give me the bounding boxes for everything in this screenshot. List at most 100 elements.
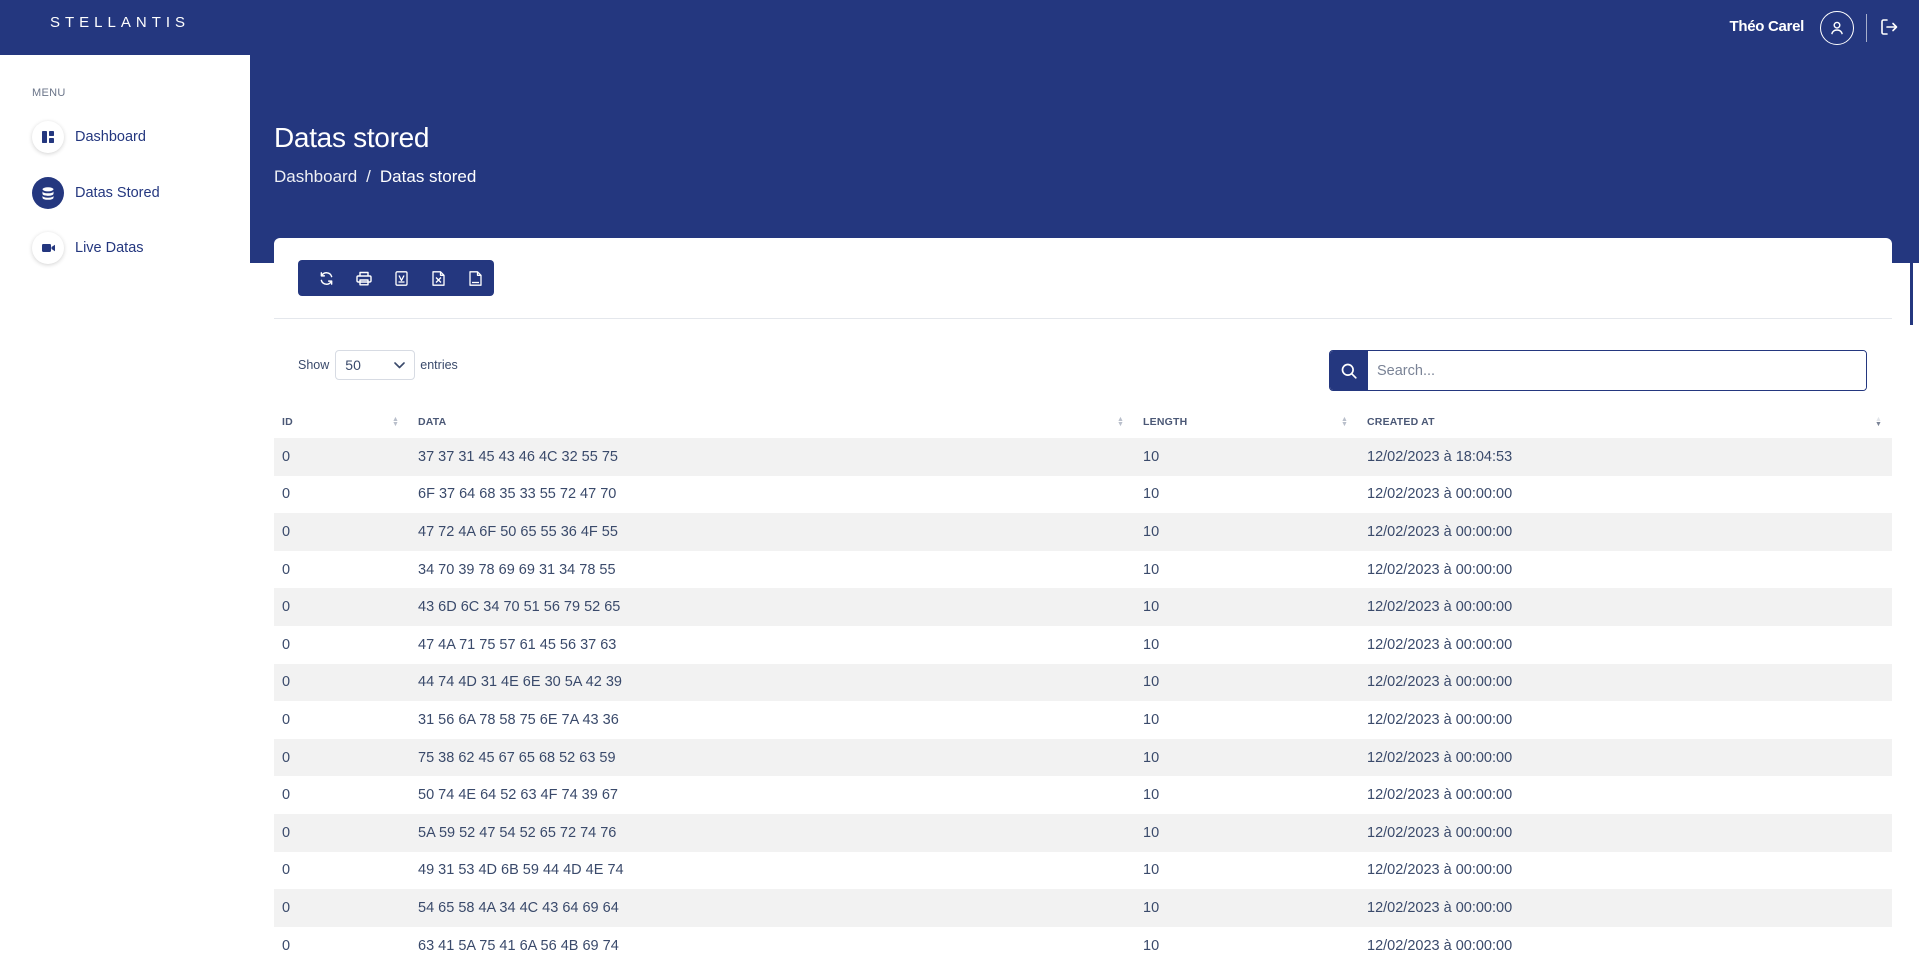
cell-created-at: 12/02/2023 à 00:00:00 [1367,523,1513,540]
export-pdf-button[interactable] [382,260,419,296]
cell-id: 0 [282,824,291,841]
sort-icon[interactable]: ▲ ▼ [1341,416,1348,428]
column-header-label: ID [282,416,293,428]
table-row[interactable]: 0 44 74 4D 31 4E 6E 30 5A 42 39 10 12/02/20… [274,663,1892,702]
table-row[interactable]: 0 50 74 4E 64 52 63 4F 74 39 67 10 12/02/20… [274,776,1892,814]
print-button[interactable] [345,260,382,296]
cell-length: 10 [1143,674,1160,691]
table-row[interactable]: 0 37 37 31 45 43 46 4C 32 55 75 10 12/02/20… [274,438,1892,476]
cell-data: 50 74 4E 64 52 63 4F 74 39 67 [418,787,618,804]
search-input[interactable] [1368,351,1866,390]
cell-data: 49 31 53 4D 6B 59 44 4D 4E 74 [418,862,624,879]
table-row[interactable]: 0 47 72 4A 6F 50 65 55 36 4F 55 10 12/02/20… [274,513,1892,551]
cell-length: 10 [1143,899,1160,916]
entries-select[interactable]: 50 [335,350,416,380]
sidebar-item-label: Dashboard [75,129,146,145]
cell-length: 10 [1143,937,1160,954]
video-icon [32,232,64,264]
cell-created-at: 12/02/2023 à 00:00:00 [1367,711,1513,728]
table-body: 0 37 37 31 45 43 46 4C 32 55 75 10 12/02/20… [274,438,1892,958]
cell-id: 0 [282,862,291,879]
chevron-down-icon [394,361,406,368]
cell-data: 43 6D 6C 34 70 51 56 79 52 65 [418,599,621,616]
cell-created-at: 12/02/2023 à 00:00:00 [1367,486,1513,503]
sort-icon[interactable]: ▲ ▼ [392,416,399,428]
print-icon [356,271,372,286]
breadcrumb-current: Datas stored [379,167,477,186]
table-row[interactable]: 0 75 38 62 45 67 65 68 52 63 59 10 12/02/20… [274,738,1892,777]
stellantis-logo[interactable]: STELLANTIS [50,14,190,31]
cell-id: 0 [282,599,291,616]
search-box [1329,350,1867,391]
table-row[interactable]: 0 5A 59 52 47 54 52 65 72 74 76 10 12/02/20… [274,813,1892,852]
search-button[interactable] [1330,351,1368,390]
breadcrumb: Dashboard / Datas stored [274,167,476,187]
cell-data: 75 38 62 45 67 65 68 52 63 59 [418,749,616,766]
table-row[interactable]: 0 6F 37 64 68 35 33 55 72 47 70 10 12/02/20… [274,476,1892,514]
search-icon [1341,363,1357,379]
cell-data: 37 37 31 45 43 46 4C 32 55 75 [418,448,618,465]
logout-icon [1881,19,1898,35]
cell-data: 6F 37 64 68 35 33 55 72 47 70 [418,486,617,503]
cell-data: 47 4A 71 75 57 61 45 56 37 63 [418,636,617,653]
menu-title: MENU [32,87,66,99]
page-scrollbar[interactable] [1913,263,1919,958]
csv-icon [469,270,482,286]
table-row[interactable]: 0 54 65 58 4A 34 4C 43 64 69 64 10 12/02/20… [274,889,1892,927]
cell-created-at: 12/02/2023 à 00:00:00 [1367,561,1513,578]
user-name: Théo Carel [1729,18,1804,35]
cell-id: 0 [282,787,291,804]
cell-created-at: 12/02/2023 à 00:00:00 [1367,824,1513,841]
column-header-created-at[interactable]: CREATED AT [1367,406,1435,438]
table-row[interactable]: 0 49 31 53 4D 6B 59 44 4D 4E 74 10 12/02/20… [274,852,1892,890]
cell-id: 0 [282,899,291,916]
sidebar-item-datas-stored[interactable]: Datas Stored [32,176,160,210]
cell-created-at: 12/02/2023 à 00:00:00 [1367,862,1513,879]
cell-length: 10 [1143,787,1160,804]
cell-id: 0 [282,523,291,540]
database-icon [32,177,64,209]
sidebar-item-live-datas[interactable]: Live Datas [32,231,144,265]
cell-id: 0 [282,937,291,954]
cell-created-at: 12/02/2023 à 00:00:00 [1367,674,1513,691]
cell-length: 10 [1143,711,1160,728]
cell-length: 10 [1143,561,1160,578]
cell-length: 10 [1143,599,1160,616]
column-header-label: DATA [418,416,447,428]
user-profile-button[interactable] [1820,11,1854,45]
cell-id: 0 [282,561,291,578]
cell-data: 31 56 6A 78 58 75 6E 7A 43 36 [418,711,619,728]
cell-id: 0 [282,448,291,465]
export-csv-button[interactable] [457,260,494,296]
breadcrumb-dashboard-link[interactable]: Dashboard [274,167,357,187]
logout-button[interactable] [1877,15,1901,39]
pdf-icon [394,270,408,286]
sort-icon[interactable]: ▲ ▼ [1117,416,1124,428]
cell-data: 44 74 4D 31 4E 6E 30 5A 42 39 [418,674,622,691]
sidebar-item-dashboard[interactable]: Dashboard [32,120,146,154]
table-row[interactable]: 0 47 4A 71 75 57 61 45 56 37 63 10 12/02/20… [274,626,1892,664]
topbar-divider [1866,14,1867,42]
column-header-length[interactable]: LENGTH [1143,406,1187,438]
cell-created-at: 12/02/2023 à 00:00:00 [1367,749,1513,766]
cell-length: 10 [1143,486,1160,503]
cell-length: 10 [1143,636,1160,653]
page-scrollbar-thumb[interactable] [1910,263,1913,325]
top-bar: STELLANTIS Théo Carel [0,0,1919,55]
table-row[interactable]: 0 31 56 6A 78 58 75 6E 7A 43 36 10 12/02/20… [274,701,1892,739]
table-row[interactable]: 0 34 70 39 78 69 69 31 34 78 55 10 12/02/20… [274,551,1892,589]
table-row[interactable]: 0 43 6D 6C 34 70 51 56 79 52 65 10 12/02/20… [274,588,1892,626]
table-row[interactable]: 0 63 41 5A 75 41 6A 56 4B 69 74 10 12/02/20… [274,927,1892,958]
column-header-id[interactable]: ID [282,406,293,438]
sort-desc-icon[interactable]: ▲ ▼ [1875,416,1882,428]
show-label: Show [298,358,330,372]
sidebar-item-label: Datas Stored [75,185,160,201]
cell-length: 10 [1143,749,1160,766]
column-header-data[interactable]: DATA [418,406,446,438]
refresh-button[interactable] [308,260,345,296]
export-excel-button[interactable] [420,260,457,296]
cell-id: 0 [282,749,291,766]
export-toolbar [298,260,494,296]
card-divider [274,318,1892,319]
dashboard-icon [32,121,64,153]
